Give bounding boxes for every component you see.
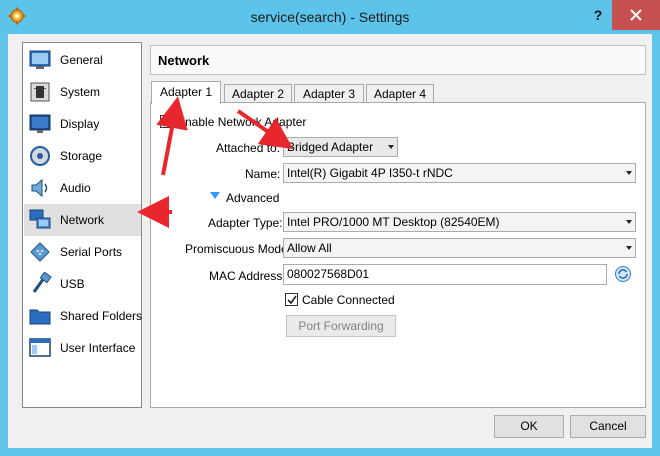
sidebar-item-label: USB xyxy=(60,277,85,291)
page-title: Network xyxy=(158,53,210,68)
audio-icon xyxy=(31,178,48,198)
help-button[interactable]: ? xyxy=(585,4,611,26)
adapter-type-select[interactable]: Intel PRO/1000 MT Desktop (82540EM) xyxy=(283,212,636,232)
chevron-down-icon xyxy=(626,246,632,250)
sidebar-item-user-interface[interactable]: User Interface xyxy=(24,332,141,364)
port-forwarding-button[interactable]: Port Forwarding xyxy=(286,315,396,337)
sidebar-item-label: Audio xyxy=(60,181,91,195)
sidebar-item-system[interactable]: System xyxy=(24,76,141,108)
chevron-down-icon xyxy=(388,145,394,149)
general-icon xyxy=(29,50,51,69)
mac-address-label: MAC Address: xyxy=(209,269,286,283)
sidebar-item-general[interactable]: General xyxy=(24,44,141,76)
enable-adapter-checkbox[interactable] xyxy=(160,115,173,128)
cable-connected-label: Cable Connected xyxy=(302,293,395,307)
serial-ports-icon xyxy=(30,242,50,262)
expand-arrow-icon[interactable] xyxy=(210,192,220,200)
sidebar-item-usb[interactable]: USB xyxy=(24,268,141,300)
sidebar-item-label: User Interface xyxy=(60,341,136,355)
adapter-type-label: Adapter Type: xyxy=(208,216,283,230)
checkmark-icon xyxy=(287,295,297,305)
system-icon xyxy=(30,82,50,102)
usb-icon xyxy=(32,272,52,293)
cancel-button[interactable]: Cancel xyxy=(570,415,646,438)
page-header: Network xyxy=(150,45,646,75)
adapter-type-value: Intel PRO/1000 MT Desktop (82540EM) xyxy=(287,215,500,229)
shared-folders-icon xyxy=(29,309,51,325)
promiscuous-mode-select[interactable]: Allow All xyxy=(283,238,636,258)
user-interface-icon xyxy=(29,338,51,357)
tab-adapter-2[interactable]: Adapter 2 xyxy=(224,84,292,104)
tab-adapter-3[interactable]: Adapter 3 xyxy=(294,84,364,104)
name-label: Name: xyxy=(245,167,281,181)
adapter-name-select[interactable]: Intel(R) Gigabit 4P I350-t rNDC xyxy=(283,163,636,183)
adapter-name-value: Intel(R) Gigabit 4P I350-t rNDC xyxy=(287,166,453,180)
settings-sidebar: General System Display Storage Audio Net… xyxy=(22,42,142,408)
sidebar-item-label: Display xyxy=(60,117,100,131)
network-icon xyxy=(29,209,51,229)
sidebar-item-storage[interactable]: Storage xyxy=(24,140,141,172)
tab-adapter-4[interactable]: Adapter 4 xyxy=(366,84,434,104)
sidebar-item-label: General xyxy=(60,53,103,67)
close-icon xyxy=(630,9,642,21)
sidebar-item-shared-folders[interactable]: Shared Folders xyxy=(24,300,143,332)
display-icon xyxy=(29,114,51,133)
storage-icon xyxy=(30,146,50,166)
cable-connected-checkbox[interactable] xyxy=(285,293,298,306)
close-button[interactable] xyxy=(612,0,660,30)
sidebar-item-label: System xyxy=(60,85,101,99)
checkmark-icon xyxy=(162,117,172,127)
sidebar-item-display[interactable]: Display xyxy=(24,108,141,140)
enable-adapter-label: Enable Network Adapter xyxy=(177,115,307,129)
advanced-toggle[interactable]: Advanced xyxy=(226,191,279,205)
promiscuous-mode-value: Allow All xyxy=(287,241,332,255)
sidebar-item-audio[interactable]: Audio xyxy=(24,172,141,204)
ok-button[interactable]: OK xyxy=(494,415,564,438)
refresh-mac-icon[interactable] xyxy=(614,265,632,283)
sidebar-item-label: Network xyxy=(60,213,105,227)
attached-to-label: Attached to: xyxy=(216,141,281,155)
promiscuous-mode-label: Promiscuous Mode: xyxy=(185,242,292,256)
sidebar-item-label: Serial Ports xyxy=(60,245,123,259)
sidebar-item-network[interactable]: Network xyxy=(24,204,141,236)
chevron-down-icon xyxy=(626,171,632,175)
chevron-down-icon xyxy=(626,220,632,224)
window-title: service(search) - Settings xyxy=(250,9,410,25)
mac-address-field[interactable]: 080027568D01 xyxy=(283,264,607,285)
attached-to-select[interactable]: Bridged Adapter xyxy=(283,137,398,157)
sidebar-item-serial-ports[interactable]: Serial Ports xyxy=(24,236,141,268)
attached-to-value: Bridged Adapter xyxy=(287,140,374,154)
sidebar-item-label: Storage xyxy=(60,149,103,163)
tab-adapter-1[interactable]: Adapter 1 xyxy=(151,81,221,104)
sidebar-item-label: Shared Folders xyxy=(60,309,143,323)
